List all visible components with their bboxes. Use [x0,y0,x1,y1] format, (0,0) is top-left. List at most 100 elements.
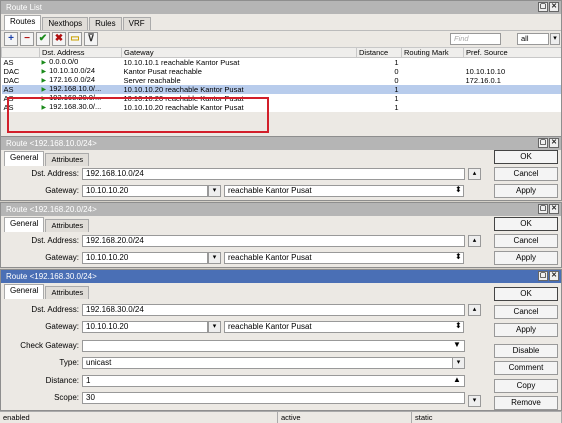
cell-flags-text: AS [3,85,14,94]
check-gateway-input[interactable] [82,340,465,352]
tab-general[interactable]: General [4,151,45,166]
close-icon[interactable]: ✕ [549,271,559,281]
route-window-2-tabs: General Attributes [1,216,561,232]
route-window-1-title: Route <192.168.10.0/24> [6,139,97,148]
gateway-input[interactable]: 10.10.10.20 [82,321,208,333]
tab-nexthops[interactable]: Nexthops [42,17,89,30]
cell-gateway: Server reachable [122,76,357,85]
type-dropdown-icon[interactable]: ▾ [452,357,465,369]
tab-general[interactable]: General [4,284,45,299]
gateway-updown-icon[interactable]: ⬍ [455,252,462,261]
close-icon[interactable]: ✕ [549,138,559,148]
gateway-dropdown-icon[interactable]: ▾ [208,321,221,333]
maximize-icon[interactable]: ▢ [538,271,548,281]
distance-input[interactable]: 1 [82,375,465,387]
table-row[interactable]: DAC ▶ 10.10.10.0/24 Kantor Pusat reachable 0… [2,67,562,76]
dst-address-input[interactable]: 192.168.30.0/24 [82,304,465,316]
dst-address-toggle-icon[interactable]: ▴ [468,168,481,180]
disable-x-icon[interactable]: ✖ [52,32,66,46]
maximize-icon[interactable]: ▢ [538,204,548,214]
close-icon[interactable]: ✕ [549,204,559,214]
table-row[interactable]: AS ▶ 192.168.20.0/... 10.10.10.20 reachable… [2,94,562,103]
comment-icon[interactable]: ▭ [68,32,82,46]
distance-collapse-icon[interactable]: ▲ [453,375,461,384]
cell-dst-address: ▶ 0.0.0.0/0 [40,58,122,68]
gateway-status: reachable Kantor Pusat [224,252,464,264]
col-distance[interactable]: Distance [356,47,402,58]
gateway-updown-icon[interactable]: ⬍ [455,185,462,194]
cell-gateway: 10.10.10.20 reachable Kantor Pusat [122,103,357,112]
apply-button[interactable]: Apply [494,251,558,265]
cell-routing-mark [402,58,464,68]
routes-table: Dst. Address Gateway Distance Routing Ma… [1,47,562,112]
apply-button[interactable]: Apply [494,323,558,337]
tab-attributes[interactable]: Attributes [45,153,90,166]
tab-rules[interactable]: Rules [89,17,122,30]
ok-button[interactable]: OK [494,287,558,301]
route-list-titlebar[interactable]: Route List ▢ ✕ [1,1,561,14]
cell-flags-text: DAC [3,76,20,85]
comment-button[interactable]: Comment [494,361,558,375]
copy-button[interactable]: Copy [494,379,558,393]
table-row[interactable]: DAC ▶ 172.16.0.0/24 Server reachable 0 172.16… [2,76,562,85]
check-gateway-dropdown-icon[interactable]: ▼ [453,340,461,349]
ok-button[interactable]: OK [494,150,558,164]
col-flags[interactable] [1,47,40,58]
tab-general[interactable]: General [4,217,45,232]
filter-dropdown-icon[interactable]: ▾ [550,33,560,45]
scope-toggle-icon[interactable]: ▾ [468,395,481,407]
dst-address-toggle-icon[interactable]: ▴ [468,304,481,316]
apply-button[interactable]: Apply [494,184,558,198]
col-routing-mark[interactable]: Routing Mark [401,47,464,58]
add-icon[interactable]: + [4,32,18,46]
route-window-1-titlebar[interactable]: Route <192.168.10.0/24> ▢ ✕ [1,137,561,150]
cell-pref-source [464,58,562,68]
close-icon[interactable]: ✕ [549,2,559,12]
gateway-dropdown-icon[interactable]: ▾ [208,185,221,197]
cancel-button[interactable]: Cancel [494,234,558,248]
cancel-button[interactable]: Cancel [494,305,558,319]
table-row[interactable]: AS ▶ 0.0.0.0/0 10.10.10.1 reachable Kantor … [2,58,562,68]
dst-address-toggle-icon[interactable]: ▴ [468,235,481,247]
route-window-3-titlebar[interactable]: Route <192.168.30.0/24> ▢ ✕ [1,270,561,283]
cell-distance-text: 1 [394,57,399,67]
table-row[interactable]: AS ▶ 192.168.10.0/... 10.10.10.20 reachable… [1,85,561,94]
cancel-button[interactable]: Cancel [494,167,558,181]
remove-button[interactable]: Remove [494,396,558,410]
cell-gateway: 10.10.10.20 reachable Kantor Pusat [122,94,357,103]
maximize-icon[interactable]: ▢ [538,2,548,12]
tab-attributes[interactable]: Attributes [45,286,90,299]
scope-input[interactable]: 30 [82,392,465,404]
ok-button[interactable]: OK [494,217,558,231]
enable-check-icon[interactable]: ✔ [36,32,50,46]
disable-button[interactable]: Disable [494,344,558,358]
maximize-icon[interactable]: ▢ [538,138,548,148]
filter-icon[interactable]: ⊽ [84,32,98,46]
status-static: static [412,412,562,423]
type-select[interactable]: unicast [82,357,463,369]
gateway-updown-icon[interactable]: ⬍ [455,321,462,330]
table-row[interactable]: AS ▶ 192.168.30.0/... 10.10.10.20 reachable… [2,103,562,112]
remove-icon[interactable]: − [20,32,34,46]
cell-pref-source: 172.16.0.1 [464,76,562,85]
dst-address-input[interactable]: 192.168.20.0/24 [82,235,465,247]
gateway-input[interactable]: 10.10.10.20 [82,252,208,264]
tab-vrf[interactable]: VRF [122,17,151,30]
cell-flags-text: AS [3,103,14,112]
dst-address-input[interactable]: 192.168.10.0/24 [82,168,465,180]
cell-distance: 1 [356,85,402,94]
tab-attributes[interactable]: Attributes [45,219,90,232]
cell-distance: 0 [357,76,402,85]
filter-select[interactable]: all [517,33,549,45]
type-label: Type: [59,358,79,367]
gateway-input[interactable]: 10.10.10.20 [82,185,208,197]
col-dst-address[interactable]: Dst. Address [39,47,122,58]
tab-routes[interactable]: Routes [4,15,42,30]
gateway-status: reachable Kantor Pusat [224,185,464,197]
route-window-2-titlebar[interactable]: Route <192.168.20.0/24> ▢ ✕ [1,203,561,216]
find-input[interactable]: Find [450,33,501,45]
col-pref-source[interactable]: Pref. Source [463,47,561,58]
col-gateway[interactable]: Gateway [121,47,357,58]
route-active-icon: ▶ [41,87,47,93]
gateway-dropdown-icon[interactable]: ▾ [208,252,221,264]
